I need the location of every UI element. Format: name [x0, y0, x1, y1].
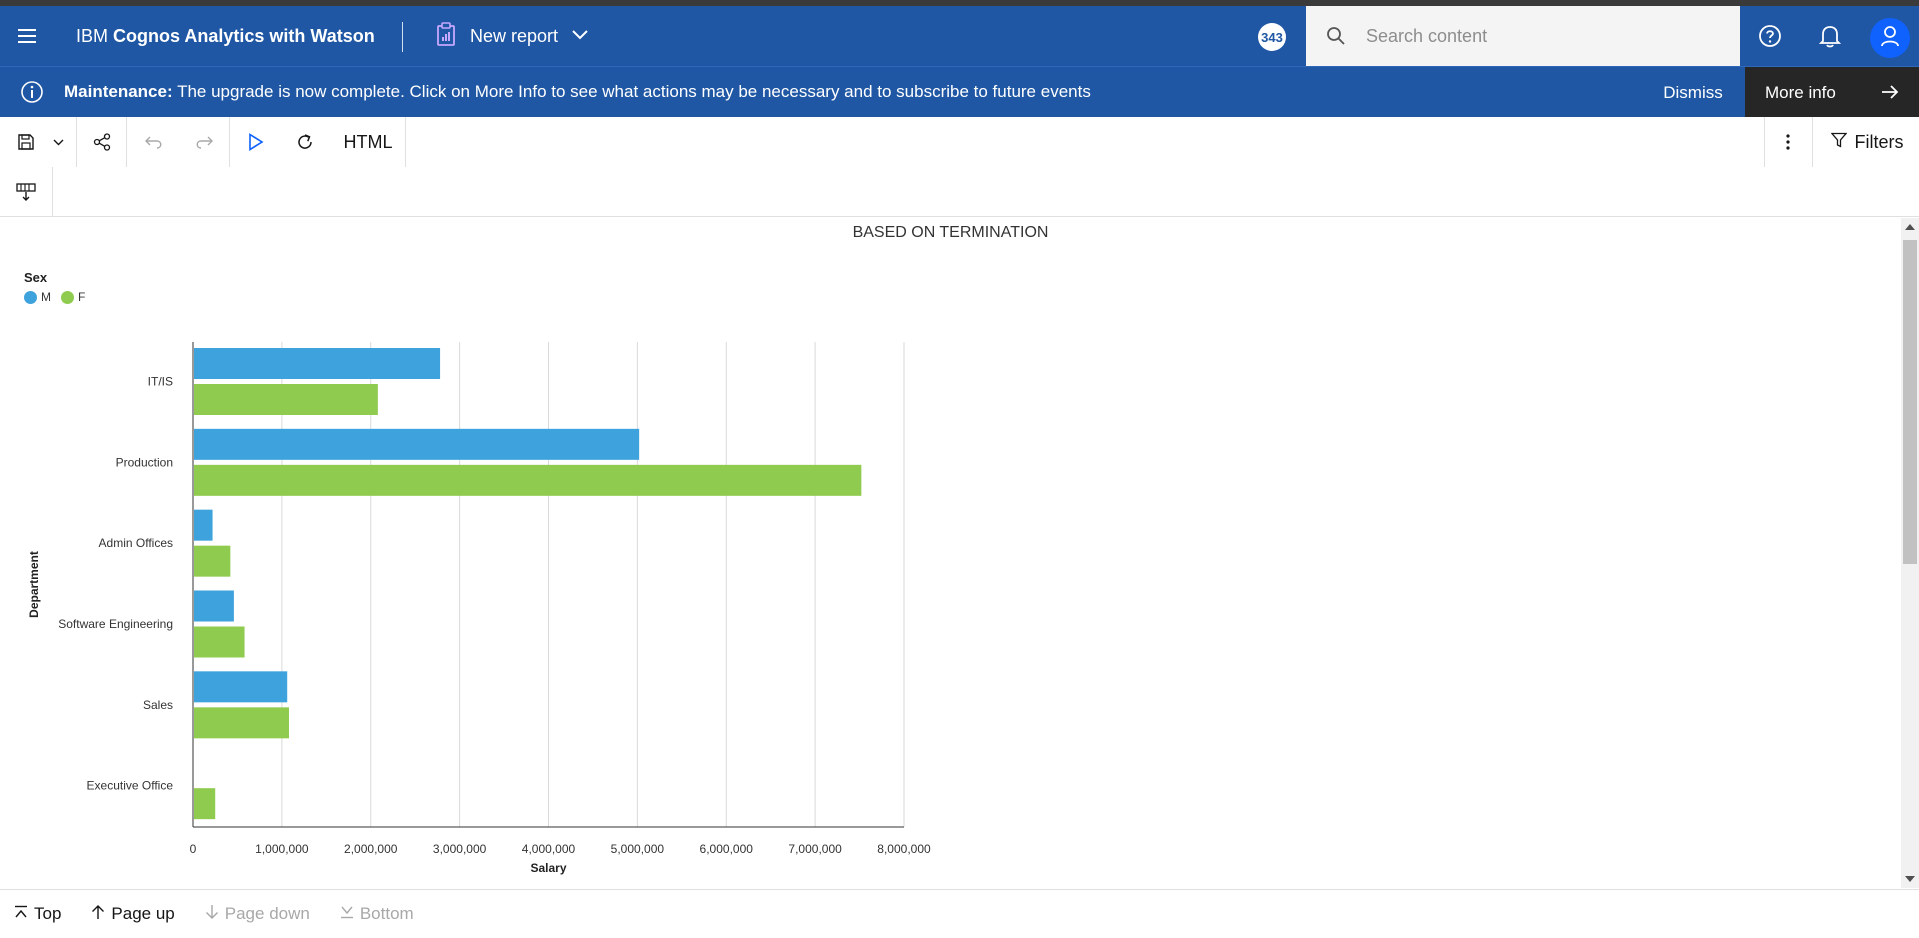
search-icon: [1306, 6, 1366, 66]
clipboard-icon: [436, 21, 456, 51]
toolbar-divider: [1764, 117, 1765, 167]
report-canvas: BASED ON TERMINATION Sex M F 0 1,000,000 2…: [0, 218, 1901, 888]
bar-f: [194, 384, 378, 415]
bottom-label: Bottom: [359, 904, 414, 923]
overflow-menu-icon[interactable]: [1772, 117, 1804, 167]
y-category-label: Admin Offices: [99, 536, 173, 550]
x-tick-label: 3,000,000: [433, 842, 487, 856]
menu-icon[interactable]: [12, 18, 42, 54]
header-divider: [402, 22, 403, 52]
filter-icon: [1830, 132, 1847, 153]
output-format-button[interactable]: HTML: [334, 117, 402, 167]
page-navigation: Top Page up Page down Bottom: [0, 889, 1919, 938]
x-tick-label: 5,000,000: [611, 842, 665, 856]
arrow-down-icon: [205, 904, 219, 925]
toolbar-divider: [76, 117, 77, 167]
filters-button[interactable]: Filters: [1824, 117, 1910, 167]
report-name: New report: [470, 25, 559, 46]
bell-icon[interactable]: [1812, 18, 1848, 54]
brand-prefix: IBM: [76, 26, 109, 46]
user-avatar[interactable]: [1870, 18, 1910, 58]
top-label: Top: [34, 904, 62, 923]
redo-icon[interactable]: [188, 117, 220, 167]
arrow-right-icon: [1881, 83, 1899, 106]
y-category-label: Production: [116, 455, 173, 469]
search-input[interactable]: [1366, 25, 1706, 47]
banner-text: The upgrade is now complete. Click on Mo…: [177, 82, 1091, 101]
output-format-label: HTML: [343, 131, 393, 152]
page-up-button[interactable]: Page up: [91, 904, 175, 925]
info-icon: [20, 80, 44, 104]
arrow-up-icon: [91, 904, 105, 925]
dismiss-button[interactable]: Dismiss: [1642, 67, 1744, 118]
report-switcher[interactable]: New report: [436, 16, 588, 56]
more-info-button[interactable]: More info: [1745, 67, 1919, 118]
bar-m: [194, 590, 234, 622]
toolbar-divider: [405, 117, 406, 167]
toolbar-divider: [52, 167, 53, 217]
refresh-icon[interactable]: [289, 117, 321, 167]
to-bottom-icon: [340, 904, 354, 924]
x-tick-label: 4,000,000: [522, 842, 576, 856]
bar-m: [194, 671, 288, 703]
brand-name: Cognos Analytics with Watson: [113, 26, 375, 46]
bar-chart: 0 1,000,000 2,000,000 3,000,000 4,000,000 5,0…: [27, 342, 931, 875]
scrollbar-thumb[interactable]: [1903, 240, 1917, 564]
undo-icon[interactable]: [138, 117, 170, 167]
app-header: IBM Cognos Analytics with Watson New rep…: [0, 6, 1919, 66]
banner-message: Maintenance: The upgrade is now complete…: [64, 82, 1091, 102]
x-tick-label: 0: [190, 842, 197, 856]
to-top-icon: [14, 904, 28, 924]
y-axis-title: Department: [27, 551, 41, 618]
x-tick-label: 1,000,000: [255, 842, 309, 856]
user-icon: [1880, 25, 1900, 52]
search-bar: [1306, 6, 1740, 66]
insert-table-icon[interactable]: [10, 167, 42, 217]
bottom-button[interactable]: Bottom: [340, 904, 414, 924]
bar-m: [194, 348, 441, 379]
more-info-label: More info: [1765, 82, 1836, 102]
y-category-label: IT/IS: [148, 375, 173, 389]
top-button[interactable]: Top: [14, 904, 61, 924]
bar-f: [194, 788, 216, 820]
maintenance-banner: Maintenance: The upgrade is now complete…: [0, 66, 1919, 118]
notification-count-badge[interactable]: 343: [1258, 23, 1286, 51]
y-category-label: Executive Office: [87, 779, 174, 793]
scroll-down-arrow-icon[interactable]: [1905, 876, 1915, 882]
page-up-label: Page up: [111, 904, 175, 923]
share-icon[interactable]: [86, 117, 118, 167]
x-tick-label: 7,000,000: [788, 842, 842, 856]
toolbar-divider: [1812, 117, 1813, 167]
secondary-toolbar: [0, 167, 1919, 217]
vertical-scrollbar[interactable]: [1901, 218, 1919, 888]
bar-m: [194, 428, 640, 460]
x-axis-title: Salary: [530, 861, 566, 875]
help-icon[interactable]: [1752, 18, 1788, 54]
save-icon[interactable]: [12, 117, 40, 167]
chevron-down-icon[interactable]: [572, 27, 588, 45]
report-toolbar: HTML Filters: [0, 117, 1919, 167]
save-menu-chevron-icon[interactable]: [46, 117, 70, 167]
page-down-label: Page down: [224, 904, 310, 923]
x-tick-label: 6,000,000: [700, 842, 754, 856]
app-brand[interactable]: IBM Cognos Analytics with Watson: [76, 26, 375, 47]
x-tick-label: 2,000,000: [344, 842, 398, 856]
toolbar-divider: [126, 117, 127, 167]
bar-f: [194, 626, 245, 658]
run-icon[interactable]: [240, 117, 272, 167]
x-tick-label: 8,000,000: [877, 842, 931, 856]
bar-f: [194, 464, 862, 496]
banner-label: Maintenance:: [64, 82, 173, 101]
bar-m: [194, 509, 213, 541]
bar-f: [194, 545, 231, 577]
page-down-button[interactable]: Page down: [205, 904, 310, 925]
filters-label: Filters: [1854, 131, 1904, 152]
toolbar-divider: [229, 117, 230, 167]
scroll-up-arrow-icon[interactable]: [1905, 224, 1915, 230]
bar-f: [194, 707, 289, 739]
y-category-label: Sales: [143, 698, 173, 712]
y-category-label: Software Engineering: [58, 617, 173, 631]
